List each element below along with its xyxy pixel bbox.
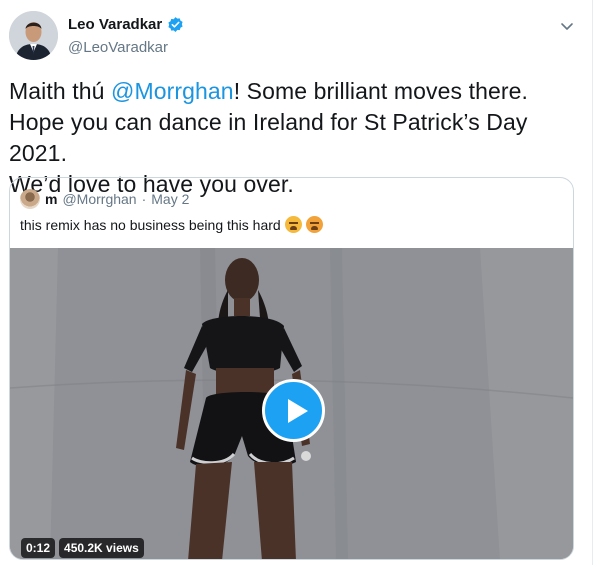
tweet-card[interactable]: Leo Varadkar @LeoVaradkar Maith thú @Mor… [0, 0, 593, 565]
face-with-steam-emoji [305, 216, 323, 233]
quoted-tweet-date[interactable]: May 2 [151, 191, 189, 207]
quoted-author-handle[interactable]: @Morrghan [62, 191, 136, 207]
quoted-tweet-text: this remix has no business being this ha… [20, 216, 281, 233]
author-name[interactable]: Leo Varadkar [68, 16, 162, 33]
video-player[interactable]: 0:12 450.2K views [10, 248, 573, 559]
weary-face-emoji [284, 216, 302, 233]
quoted-tweet[interactable]: m @Morrghan · May 2 this remix has no bu… [9, 177, 574, 560]
tweet-text-segment: Maith thú [9, 78, 111, 104]
chevron-down-icon[interactable] [559, 18, 575, 34]
quoted-author-avatar[interactable] [20, 189, 40, 209]
video-view-count: 450.2K views [59, 538, 144, 558]
tweet-text-segment: ! Some brilliant moves there. [233, 78, 529, 104]
mention-link[interactable]: @Morrghan [111, 78, 234, 104]
play-button[interactable] [262, 379, 325, 442]
separator-dot: · [141, 191, 147, 207]
tweet-line-2: Hope you can dance in Ireland for St Pat… [9, 109, 528, 166]
video-duration: 0:12 [21, 538, 56, 558]
quoted-author-name[interactable]: m [45, 191, 57, 207]
verified-badge-icon [168, 17, 183, 32]
tweet-line-1: Maith thú @Morrghan! Some brilliant move… [9, 76, 584, 107]
author-handle[interactable]: @LeoVaradkar [68, 39, 184, 56]
author-avatar[interactable] [9, 11, 58, 60]
author-avatar-image [9, 11, 58, 60]
